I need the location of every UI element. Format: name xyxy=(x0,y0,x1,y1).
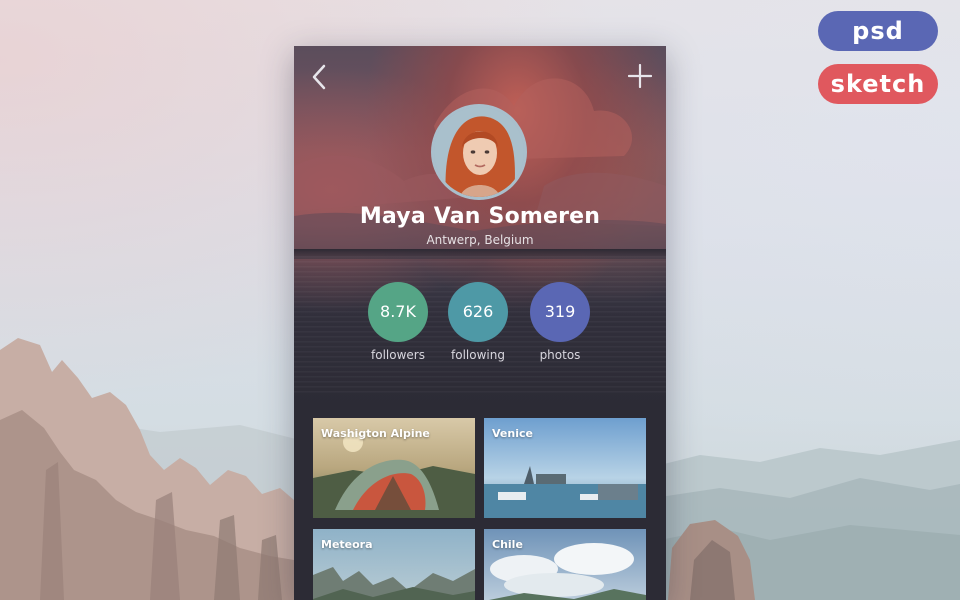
photos-count: 319 xyxy=(530,282,590,342)
gallery-tile-washington-alpine[interactable]: Washigton Alpine xyxy=(313,418,475,518)
followers-count: 8.7K xyxy=(368,282,428,342)
sketch-badge[interactable]: sketch xyxy=(818,64,938,104)
gallery-tile-meteora[interactable]: Meteora xyxy=(313,529,475,600)
plus-icon xyxy=(627,63,653,89)
profile-screen: Maya Van Someren Antwerp, Belgium 8.7K f… xyxy=(294,46,666,600)
gallery-tile-title: Meteora xyxy=(321,538,373,551)
profile-location: Antwerp, Belgium xyxy=(426,233,534,247)
psd-badge[interactable]: psd xyxy=(818,11,938,51)
photos-label: photos xyxy=(539,348,581,362)
stat-photos[interactable]: 319 photos xyxy=(528,282,592,362)
following-count: 626 xyxy=(448,282,508,342)
stat-following[interactable]: 626 following xyxy=(446,282,510,362)
chevron-left-icon xyxy=(312,64,326,90)
followers-label: followers xyxy=(371,348,425,362)
gallery-tile-title: Washigton Alpine xyxy=(321,427,430,440)
stat-followers[interactable]: 8.7K followers xyxy=(366,282,430,362)
gallery-tile-chile[interactable]: Chile xyxy=(484,529,646,600)
gallery-tile-venice[interactable]: Venice xyxy=(484,418,646,518)
gallery-tile-title: Chile xyxy=(492,538,523,551)
following-label: following xyxy=(451,348,505,362)
avatar-photo xyxy=(434,107,524,197)
avatar[interactable] xyxy=(431,104,527,200)
add-button[interactable] xyxy=(627,63,653,89)
back-button[interactable] xyxy=(308,62,332,92)
profile-name: Maya Van Someren xyxy=(359,204,601,229)
gallery-tile-title: Venice xyxy=(492,427,533,440)
